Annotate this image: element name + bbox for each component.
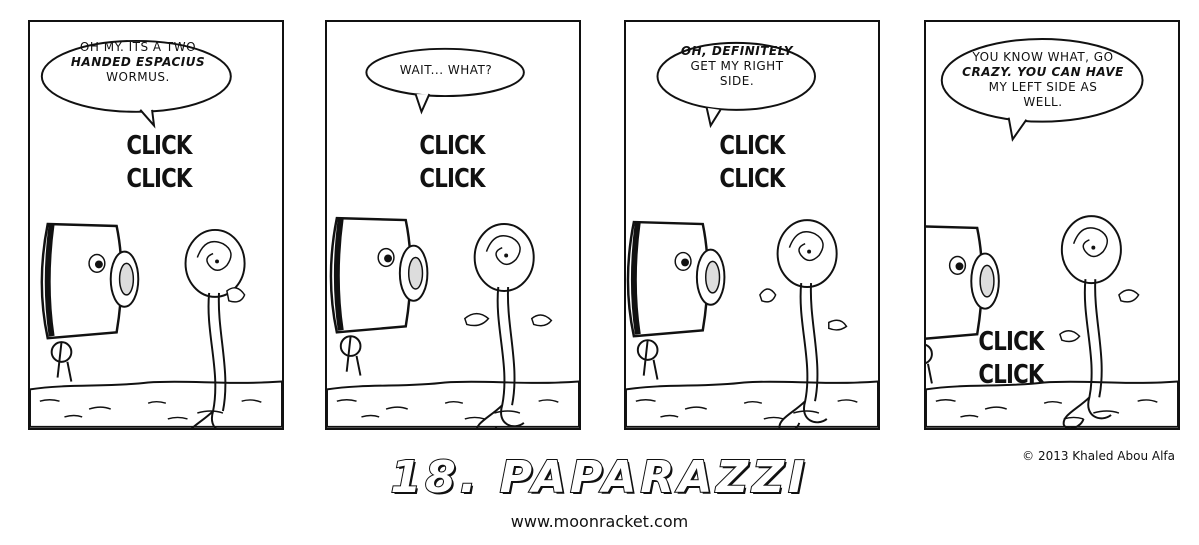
comic-panel-3: OH, DEFINITELY GET MY RIGHT SIDE. CLICK … bbox=[624, 20, 880, 430]
speech-line: YOU KNOW WHAT, GO bbox=[972, 50, 1114, 64]
speech-line: OH, DEFINITELY bbox=[680, 44, 794, 58]
speech-line: OH MY. ITS A TWO bbox=[79, 40, 197, 54]
speech-line: GET MY RIGHT bbox=[690, 59, 784, 73]
speech-line: MY LEFT SIDE AS bbox=[988, 80, 1098, 94]
website-url: www.moonracket.com bbox=[510, 512, 689, 531]
sfx-line: CLICK bbox=[719, 131, 785, 161]
speech-line: WELL. bbox=[1023, 95, 1063, 109]
speech-line: WORMUS. bbox=[106, 70, 170, 84]
sfx-line: CLICK bbox=[978, 360, 1044, 390]
sfx-line: CLICK bbox=[419, 131, 485, 161]
click-sound-effect: CLICK CLICK bbox=[415, 130, 489, 196]
speech-bubble: YOU KNOW WHAT, GO CRAZY. YOU CAN HAVE MY… bbox=[948, 50, 1138, 110]
sfx-line: CLICK bbox=[719, 164, 785, 194]
sfx-line: CLICK bbox=[419, 164, 485, 194]
click-sound-effect: CLICK CLICK bbox=[974, 326, 1048, 392]
click-sound-effect: CLICK CLICK bbox=[715, 130, 789, 196]
comic-title: 18. PAPARAZZI bbox=[390, 451, 809, 504]
click-sound-effect: CLICK CLICK bbox=[122, 130, 196, 196]
speech-line: CRAZY. YOU CAN HAVE bbox=[962, 65, 1124, 79]
sfx-line: CLICK bbox=[978, 327, 1044, 357]
speech-bubble: OH, DEFINITELY GET MY RIGHT SIDE. bbox=[662, 44, 812, 89]
comic-panel-4: YOU KNOW WHAT, GO CRAZY. YOU CAN HAVE MY… bbox=[924, 20, 1180, 430]
speech-line: HANDED ESPACIUS bbox=[70, 55, 206, 69]
speech-bubble: OH MY. ITS A TWO HANDED ESPACIUS WORMUS. bbox=[52, 40, 224, 85]
speech-line: WAIT... WHAT? bbox=[399, 63, 493, 77]
sfx-line: CLICK bbox=[126, 164, 192, 194]
comic-panel-2: WAIT... WHAT? CLICK CLICK bbox=[325, 20, 581, 430]
speech-line: SIDE. bbox=[719, 74, 755, 88]
panel-2-artwork bbox=[327, 47, 579, 428]
sfx-line: CLICK bbox=[126, 131, 192, 161]
speech-bubble: WAIT... WHAT? bbox=[371, 63, 521, 78]
comic-panel-1: OH MY. ITS A TWO HANDED ESPACIUS WORMUS.… bbox=[28, 20, 284, 430]
